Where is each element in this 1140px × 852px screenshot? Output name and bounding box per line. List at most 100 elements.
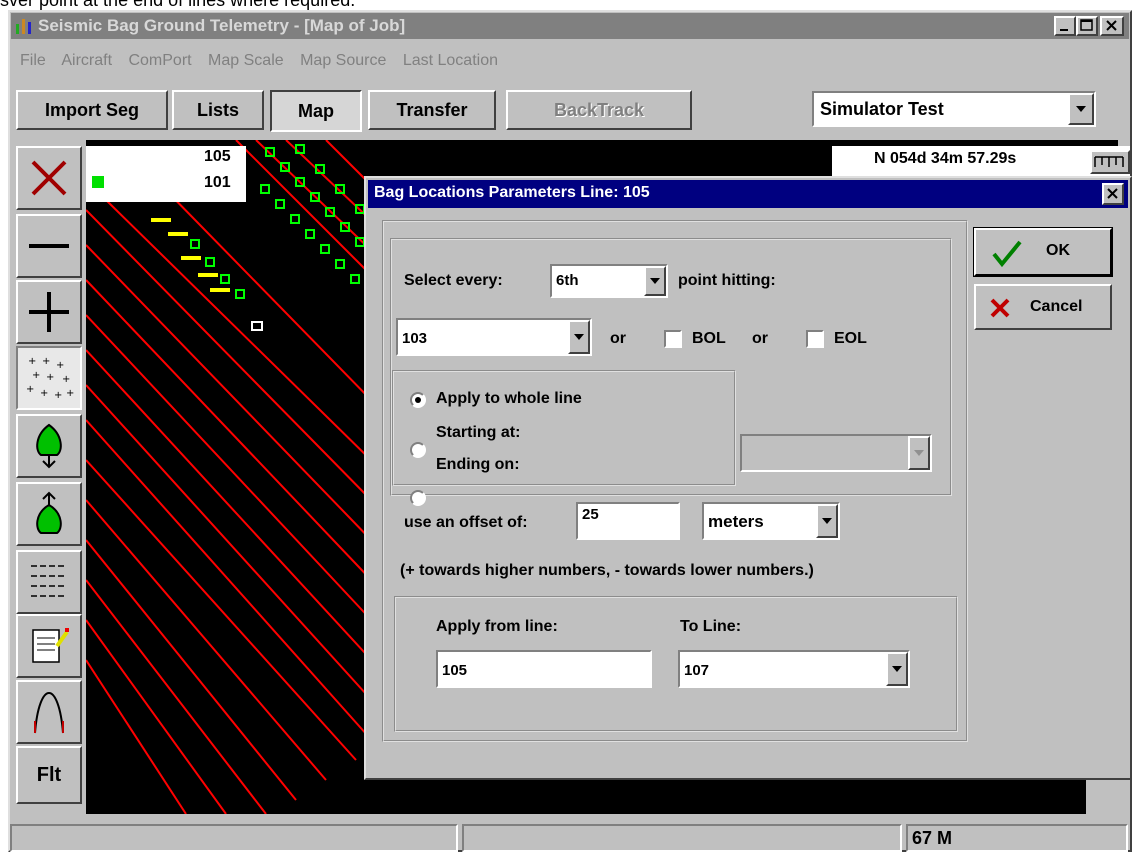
- point-value: 103: [402, 330, 428, 347]
- offset-label: use an offset of:: [404, 514, 528, 531]
- map-button[interactable]: Map: [270, 90, 362, 132]
- edit-notes-button[interactable]: [16, 614, 82, 678]
- cancel-button[interactable]: Cancel: [974, 284, 1112, 330]
- minus-icon: [29, 244, 69, 248]
- units-dropdown-icon[interactable]: [816, 504, 838, 538]
- cancel-x-icon: [990, 298, 1010, 318]
- svg-text:+: +: [66, 388, 74, 399]
- or-label-1: or: [610, 330, 626, 347]
- starting-at-label: Starting at:: [436, 424, 521, 441]
- maximize-button[interactable]: [1076, 16, 1098, 36]
- coordinate-text: N 054d 34m 57.29s: [874, 150, 1017, 167]
- flight-path-button[interactable]: [16, 680, 82, 744]
- svg-text:+: +: [32, 370, 40, 381]
- bol-label: BOL: [692, 330, 726, 347]
- bol-checkbox[interactable]: [664, 330, 682, 348]
- window-title: Seismic Bag Ground Telemetry - [Map of J…: [38, 16, 406, 35]
- dialog-title: Bag Locations Parameters Line: 105: [374, 184, 650, 201]
- close-icon: [1107, 188, 1118, 199]
- svg-text:+: +: [26, 384, 34, 395]
- map-line-label-top: 105: [204, 148, 231, 165]
- menu-map-source[interactable]: Map Source: [300, 52, 386, 69]
- map-corner: [1086, 778, 1118, 814]
- eol-checkbox[interactable]: [806, 330, 824, 348]
- svg-text:+: +: [28, 356, 36, 367]
- source-select-value: Simulator Test: [820, 99, 944, 119]
- point-dropdown-icon[interactable]: [568, 320, 590, 354]
- point-dropdown[interactable]: 103: [396, 318, 592, 356]
- flight-path-icon: [34, 691, 64, 734]
- plus-icon: [29, 292, 69, 332]
- to-line-label: To Line:: [680, 618, 742, 635]
- map-line-label-bottom: 101: [204, 174, 231, 191]
- menu-file[interactable]: File: [20, 52, 46, 69]
- svg-text:+: +: [56, 360, 64, 371]
- to-line-dropdown-icon[interactable]: [886, 652, 908, 686]
- lists-button[interactable]: Lists: [172, 90, 264, 130]
- menu-last-location[interactable]: Last Location: [403, 52, 498, 69]
- svg-text:+: +: [62, 374, 70, 385]
- scroll-pencil-icon: [32, 628, 69, 663]
- zoom-in-button[interactable]: [16, 280, 82, 344]
- svg-text:+: +: [42, 356, 50, 367]
- select-every-label: Select every:: [404, 272, 503, 289]
- ending-on-label: Ending on:: [436, 456, 520, 473]
- ruler-icon[interactable]: [1090, 150, 1130, 174]
- start-end-point-dropdown[interactable]: [740, 434, 932, 472]
- units-value: meters: [708, 512, 764, 531]
- or-label-2: or: [752, 330, 768, 347]
- source-select-dropdown-icon[interactable]: [1068, 93, 1094, 125]
- grid-points-icon: + + + + + + + + + +: [26, 356, 74, 401]
- minimize-button[interactable]: [1054, 16, 1076, 36]
- select-every-dropdown-icon[interactable]: [644, 266, 666, 296]
- eol-label: EOL: [834, 330, 867, 347]
- cancel-label: Cancel: [1030, 298, 1083, 315]
- to-line-dropdown[interactable]: 107: [678, 650, 910, 688]
- status-pane-2: [462, 824, 902, 852]
- starting-at-radio[interactable]: [410, 442, 426, 458]
- map-scale-readout: 67 M: [912, 828, 953, 848]
- close-window-button[interactable]: [1100, 16, 1124, 36]
- map-legend-marker: [92, 176, 104, 188]
- delete-icon: [31, 160, 67, 196]
- tree-down-button[interactable]: [16, 414, 82, 478]
- apply-whole-line-radio[interactable]: [410, 392, 426, 408]
- grid-points-button[interactable]: + + + + + + + + + +: [16, 346, 82, 410]
- dialog-close-button[interactable]: [1102, 183, 1124, 205]
- backtrack-button[interactable]: BackTrack: [506, 90, 692, 130]
- tree-up-button[interactable]: [16, 482, 82, 546]
- apply-from-label: Apply from line:: [436, 618, 558, 635]
- line-spacing-button[interactable]: [16, 550, 82, 614]
- flt-button[interactable]: Flt: [16, 746, 82, 804]
- offset-input[interactable]: 25: [576, 502, 680, 540]
- checkmark-icon: [992, 240, 1022, 268]
- import-seg-button[interactable]: Import Seg: [16, 90, 168, 130]
- start-end-dropdown-icon[interactable]: [908, 436, 930, 470]
- tree-up-icon: [36, 491, 62, 534]
- tree-down-icon: [36, 423, 62, 469]
- svg-text:+: +: [54, 390, 62, 401]
- dashed-lines-icon: [31, 565, 67, 597]
- svg-text:+: +: [46, 372, 54, 383]
- offset-hint: (+ towards higher numbers, - towards low…: [400, 562, 814, 579]
- select-every-value: 6th: [556, 272, 579, 289]
- apply-from-input[interactable]: 105: [436, 650, 652, 688]
- status-pane-1: [10, 824, 458, 852]
- source-select[interactable]: Simulator Test: [812, 91, 1096, 127]
- units-dropdown[interactable]: meters: [702, 502, 840, 540]
- point-hitting-label: point hitting:: [678, 272, 776, 289]
- ending-on-radio[interactable]: [410, 490, 426, 506]
- ok-label: OK: [1046, 242, 1070, 259]
- svg-text:+: +: [40, 388, 48, 399]
- transfer-button[interactable]: Transfer: [368, 90, 496, 130]
- menu-aircraft[interactable]: Aircraft: [61, 52, 112, 69]
- ok-button[interactable]: OK: [973, 227, 1113, 277]
- zoom-out-button[interactable]: [16, 214, 82, 278]
- delete-tool-button[interactable]: [16, 146, 82, 210]
- menu-comport[interactable]: ComPort: [128, 52, 191, 69]
- app-icon: [14, 16, 34, 36]
- to-line-value: 107: [684, 662, 710, 679]
- select-every-dropdown[interactable]: 6th: [550, 264, 668, 298]
- menu-bar: File Aircraft ComPort Map Scale Map Sour…: [20, 52, 510, 70]
- menu-map-scale[interactable]: Map Scale: [208, 52, 284, 69]
